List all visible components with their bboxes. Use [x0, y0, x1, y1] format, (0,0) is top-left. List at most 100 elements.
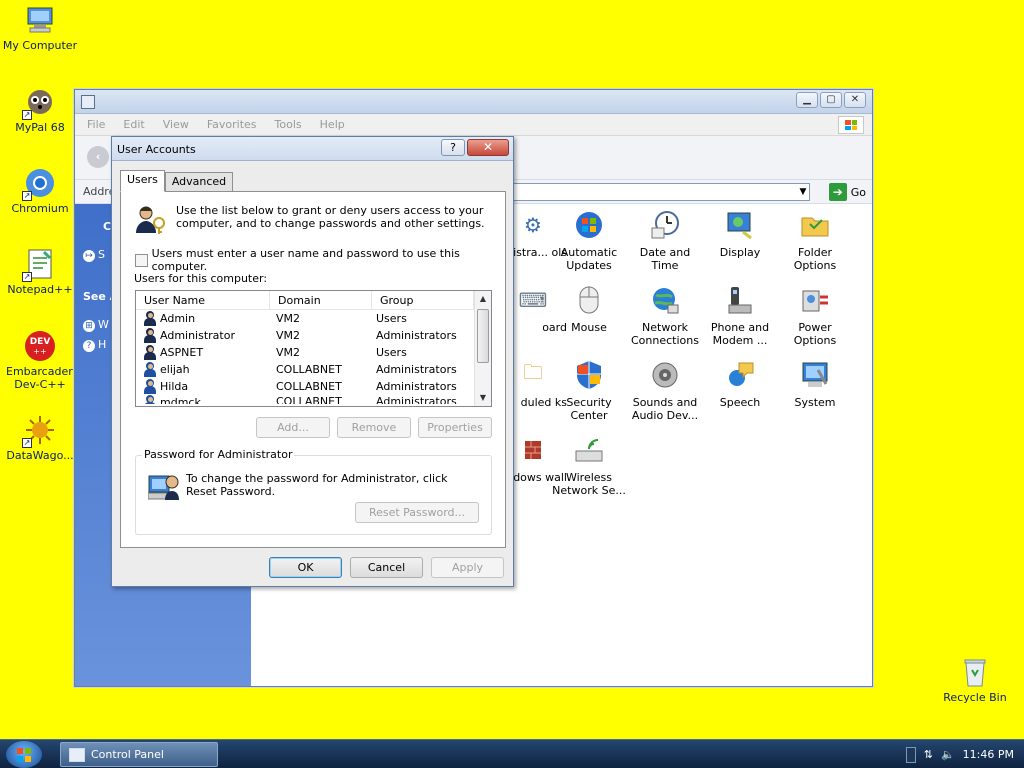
- desktop-icon-chromium[interactable]: ↗ Chromium: [0, 167, 80, 215]
- maximize-button[interactable]: ▢: [820, 92, 842, 108]
- cp-item-speech[interactable]: Speech: [702, 358, 778, 409]
- cp-item-folder-options[interactable]: Folder Options: [777, 208, 853, 272]
- remove-user-button[interactable]: Remove: [337, 417, 411, 438]
- menu-tools[interactable]: Tools: [275, 118, 302, 131]
- keyboard-tray-icon[interactable]: [905, 746, 916, 763]
- cp-item-power-options[interactable]: Power Options: [777, 283, 853, 347]
- desktop-icon-notepadpp[interactable]: ↗ Notepad++: [0, 248, 80, 296]
- column-user-name[interactable]: User Name: [136, 291, 270, 309]
- menubar: File Edit View Favorites Tools Help: [75, 114, 872, 136]
- cancel-button[interactable]: Cancel: [350, 557, 423, 578]
- cp-item-sounds-and-audio[interactable]: Sounds and Audio Dev...: [627, 358, 703, 422]
- svg-text:++: ++: [33, 347, 46, 356]
- volume-tray-icon[interactable]: 🔈: [941, 748, 955, 761]
- table-row[interactable]: mdmck COLLABNET Administrators: [136, 395, 491, 404]
- reset-password-button[interactable]: Reset Password...: [355, 502, 479, 523]
- dialog-close-button[interactable]: ✕: [467, 139, 509, 156]
- start-button[interactable]: [6, 741, 42, 768]
- see-also-windows-update[interactable]: ⊞ W: [83, 318, 109, 332]
- scroll-thumb[interactable]: [477, 309, 489, 363]
- cp-item-security-center[interactable]: Security Center: [551, 358, 627, 422]
- cp-item-date-and-time[interactable]: Date and Time: [627, 208, 703, 272]
- table-row[interactable]: elijah COLLABNET Administrators: [136, 361, 491, 378]
- cp-item-mouse[interactable]: Mouse: [551, 283, 627, 334]
- require-login-checkbox[interactable]: [135, 253, 148, 267]
- display-icon: [723, 208, 757, 242]
- dialog-titlebar[interactable]: User Accounts ? ✕: [112, 137, 513, 161]
- desktop-icon-devcpp[interactable]: DEV ++ Embarcadero Dev-C++: [0, 330, 80, 391]
- menu-view[interactable]: View: [163, 118, 189, 131]
- cp-item-display[interactable]: Display: [702, 208, 778, 259]
- control-panel-titlebar[interactable]: ▁ ▢ ✕: [75, 90, 872, 114]
- menu-file[interactable]: File: [87, 118, 105, 131]
- cp-item-system[interactable]: System: [777, 358, 853, 409]
- desktop-icon-my-computer[interactable]: My Computer: [0, 4, 80, 52]
- phone-modem-icon: [723, 283, 757, 317]
- task-pane-link[interactable]: ↦ S: [83, 248, 105, 262]
- apply-button[interactable]: Apply: [431, 557, 504, 578]
- tab-advanced[interactable]: Advanced: [164, 172, 234, 192]
- cp-item-wireless-network-setup[interactable]: Wireless Network Se...: [551, 433, 627, 497]
- desktop-icon-recycle-bin[interactable]: Recycle Bin: [935, 656, 1015, 704]
- domain-user-icon: [142, 395, 158, 404]
- dialog-help-button[interactable]: ?: [441, 139, 465, 156]
- users-list-scrollbar[interactable]: ▲ ▼: [474, 291, 491, 406]
- users-list[interactable]: User Name Domain Group Admin VM2 Users A…: [135, 290, 492, 407]
- folder-options-icon: [798, 208, 832, 242]
- table-row[interactable]: Administrator VM2 Administrators: [136, 327, 491, 344]
- user-properties-button[interactable]: Properties: [418, 417, 492, 438]
- windows-update-icon: ⊞: [83, 320, 95, 332]
- system-tray: ⇅ 🔈 11:46 PM: [905, 740, 1024, 768]
- table-row[interactable]: ASPNET VM2 Users: [136, 344, 491, 361]
- desktop-icon-label: DataWago...: [6, 449, 74, 462]
- cp-item-automatic-updates[interactable]: Automatic Updates: [551, 208, 627, 272]
- column-group[interactable]: Group: [372, 291, 474, 309]
- automatic-updates-icon: [572, 208, 606, 242]
- table-row[interactable]: Hilda COLLABNET Administrators: [136, 378, 491, 395]
- desktop-icon-label: Embarcadero Dev-C++: [6, 365, 80, 391]
- domain-user-icon: [142, 379, 158, 394]
- desktop-icon-label: MyPal 68: [15, 121, 65, 134]
- require-login-label: Users must enter a user name and passwor…: [151, 247, 460, 273]
- require-login-checkbox-row[interactable]: Users must enter a user name and passwor…: [135, 247, 505, 273]
- domain-user-icon: [142, 362, 158, 377]
- go-button[interactable]: ➔ Go: [828, 183, 866, 201]
- column-domain[interactable]: Domain: [270, 291, 372, 309]
- shortcut-arrow-icon: ↗: [22, 272, 32, 282]
- network-tray-icon[interactable]: ⇅: [924, 748, 933, 761]
- address-input[interactable]: [505, 183, 810, 201]
- scheduled-tasks-icon: 🗀: [523, 360, 543, 384]
- scroll-down-icon[interactable]: ▼: [475, 390, 491, 406]
- address-dropdown-icon[interactable]: ▼: [796, 183, 810, 201]
- shortcut-arrow-icon: ↗: [22, 438, 32, 448]
- user-accounts-dialog: User Accounts ? ✕ Users Advanced Use the…: [111, 136, 514, 587]
- scroll-up-icon[interactable]: ▲: [475, 291, 491, 307]
- close-button[interactable]: ✕: [844, 92, 866, 108]
- go-arrow-icon: ➔: [828, 183, 847, 201]
- menu-edit[interactable]: Edit: [123, 118, 144, 131]
- control-panel-icon: [69, 747, 85, 762]
- add-user-button[interactable]: Add...: [256, 417, 330, 438]
- wireless-icon: [572, 433, 606, 467]
- windows-flag-icon: [838, 116, 864, 134]
- see-also-help[interactable]: ? H: [83, 338, 106, 352]
- users-keys-icon: [134, 205, 168, 235]
- desktop-icon-mypal[interactable]: ↗ MyPal 68: [0, 86, 80, 134]
- cp-item-network-connections[interactable]: Network Connections: [627, 283, 703, 347]
- desktop-icon-datawago[interactable]: ↗ DataWago...: [0, 414, 80, 462]
- menu-favorites[interactable]: Favorites: [207, 118, 257, 131]
- svg-text:DEV: DEV: [30, 337, 51, 347]
- minimize-button[interactable]: ▁: [796, 92, 818, 108]
- cp-item-phone-and-modem[interactable]: Phone and Modem ...: [702, 283, 778, 347]
- back-button[interactable]: ‹: [87, 146, 109, 168]
- password-computer-icon: [147, 472, 180, 502]
- ok-button[interactable]: OK: [269, 557, 342, 578]
- users-tab-panel: Use the list below to grant or deny user…: [120, 191, 506, 548]
- switch-view-icon: ↦: [83, 250, 95, 262]
- table-row[interactable]: Admin VM2 Users: [136, 310, 491, 327]
- menu-help[interactable]: Help: [320, 118, 345, 131]
- tab-users[interactable]: Users: [120, 170, 165, 192]
- clock[interactable]: 11:46 PM: [963, 748, 1014, 761]
- taskbar-control-panel-button[interactable]: Control Panel: [60, 742, 218, 767]
- speaker-icon: [648, 358, 682, 392]
